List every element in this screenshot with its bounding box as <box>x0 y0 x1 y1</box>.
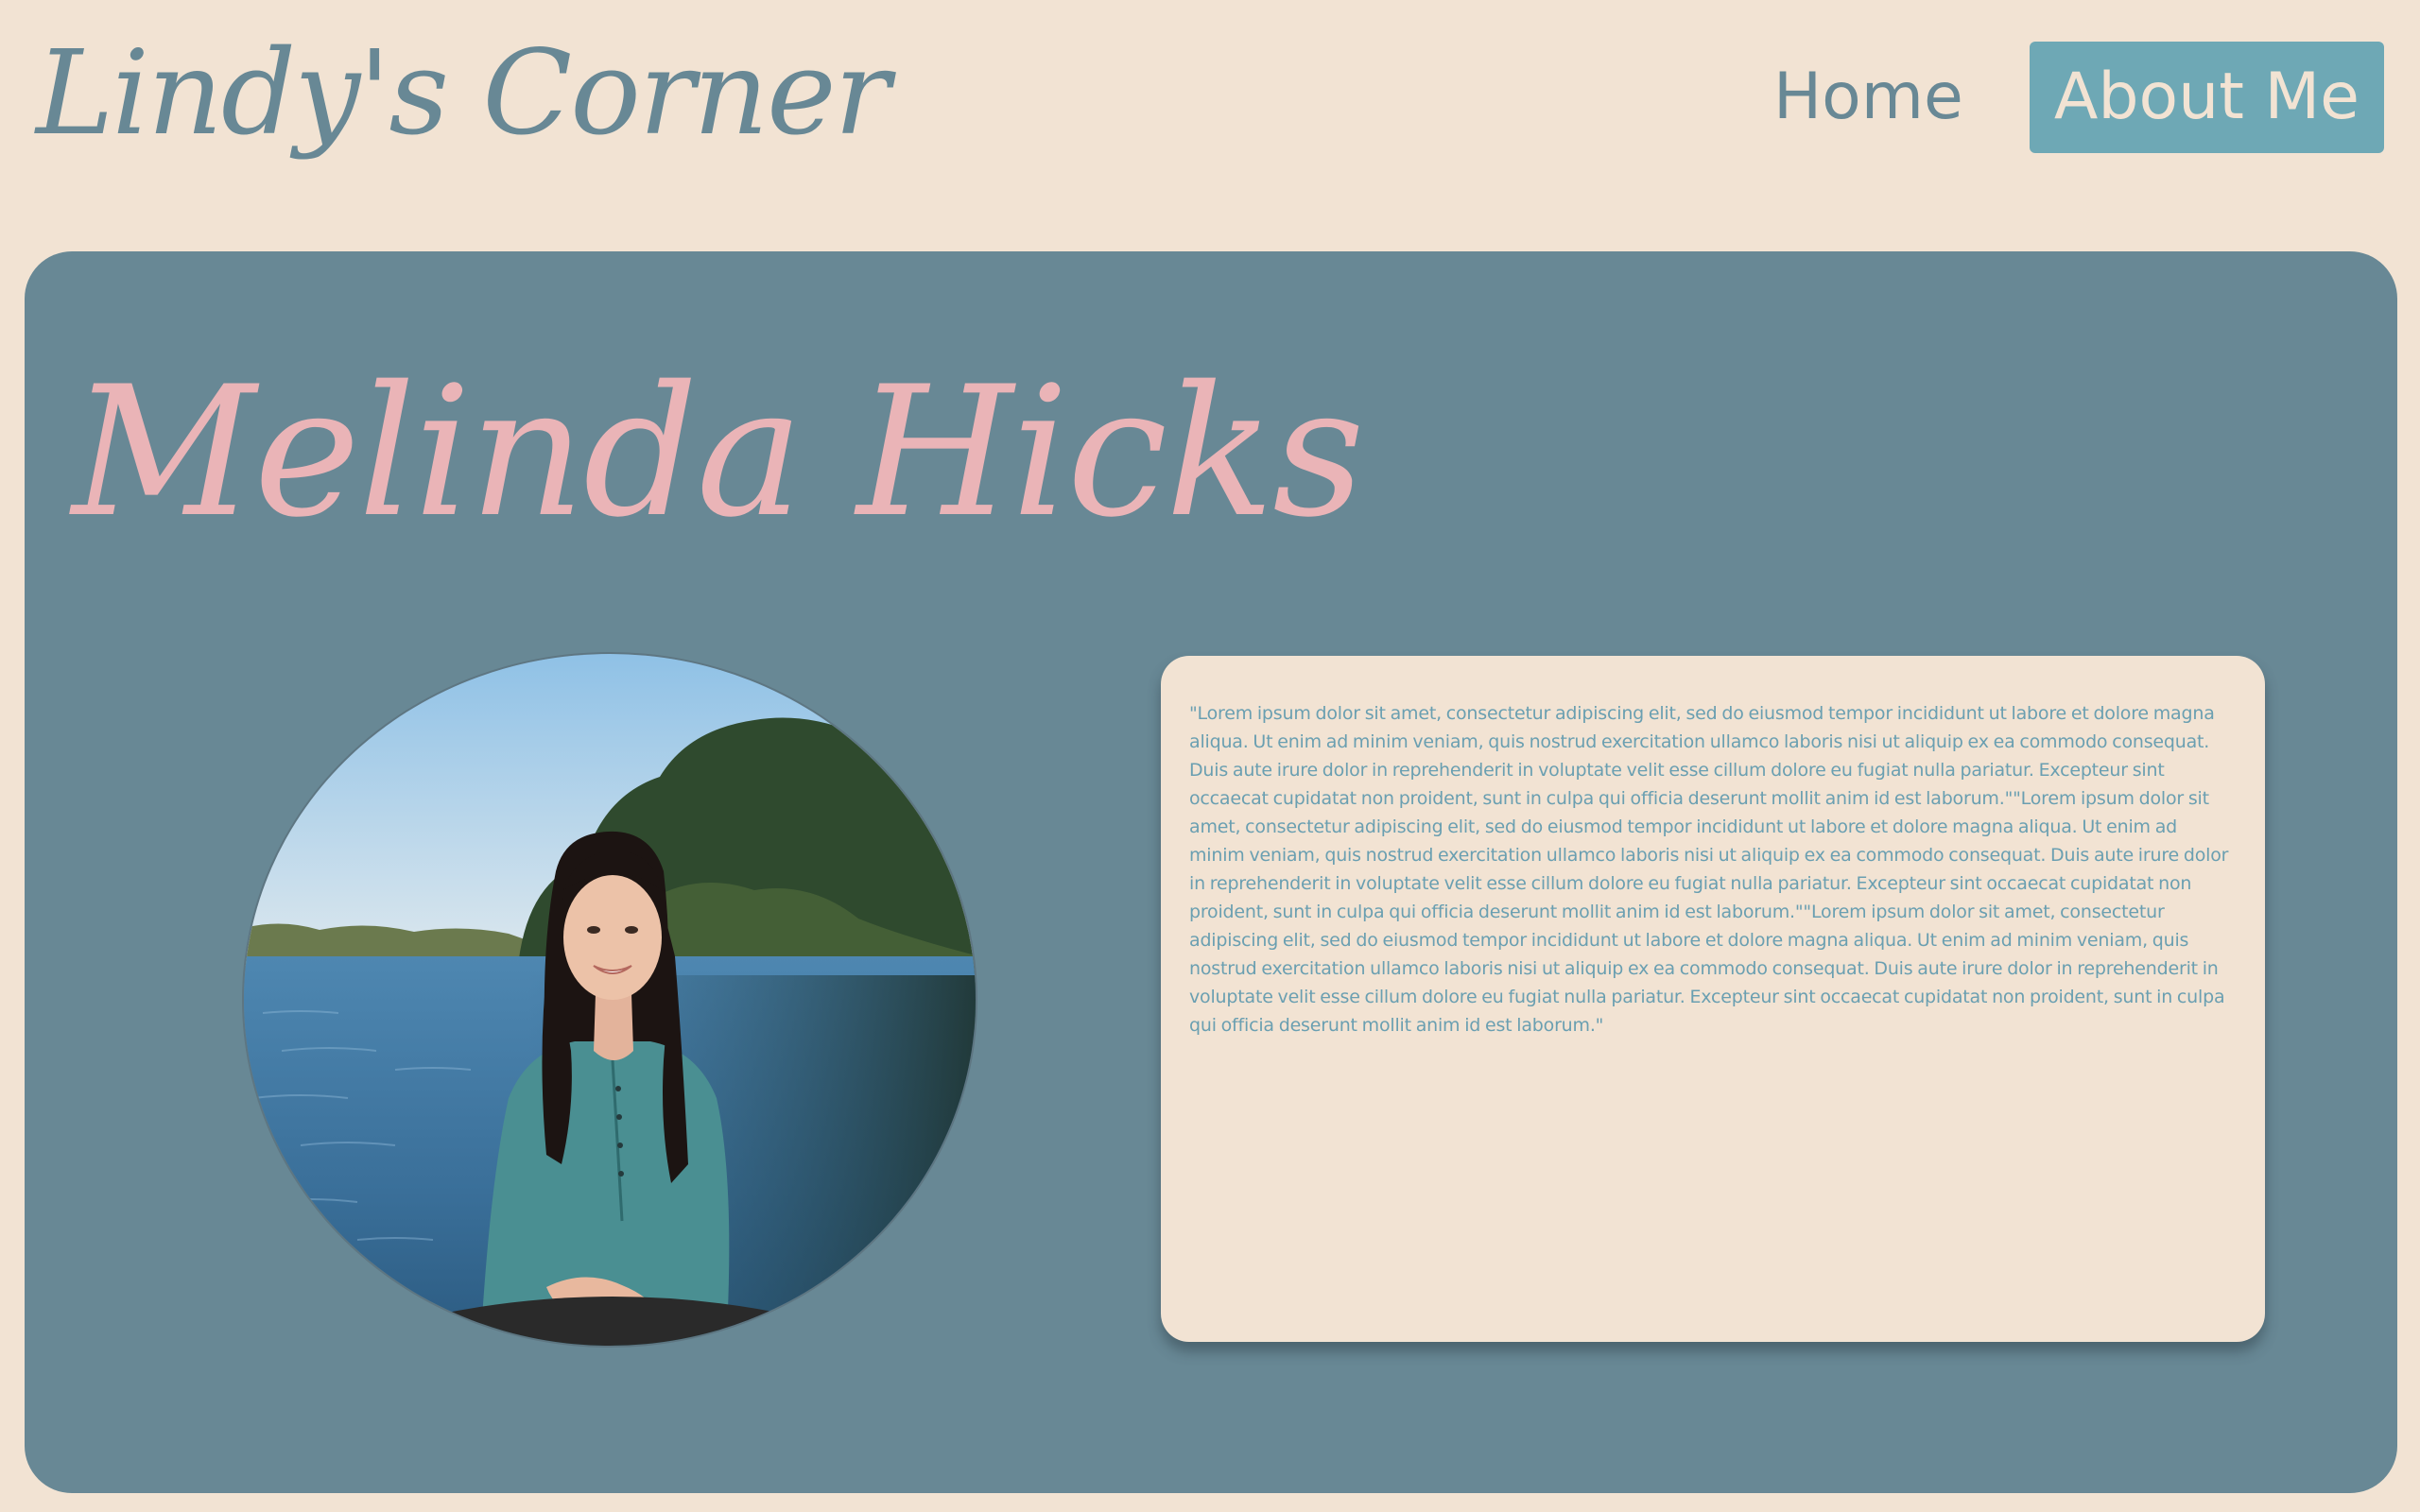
site-title[interactable]: Lindy's Corner <box>36 23 890 164</box>
profile-name: Melinda Hicks <box>72 348 1365 557</box>
about-card: Melinda Hicks "Lorem ipsum dolor sit ame… <box>25 251 2397 1493</box>
bio-text: "Lorem ipsum dolor sit amet, consectetur… <box>1189 703 2229 1036</box>
nav-home-link[interactable]: Home <box>1749 42 1988 153</box>
neck-shape <box>594 994 633 1060</box>
face-shape <box>563 875 662 1000</box>
site-header: Lindy's Corner Home About Me <box>0 0 2420 208</box>
nav-about-me-link[interactable]: About Me <box>2029 42 2384 153</box>
main-nav: Home About Me <box>1749 42 2384 153</box>
bio-panel: "Lorem ipsum dolor sit amet, consectetur… <box>1161 656 2265 1342</box>
profile-photo <box>242 652 977 1348</box>
